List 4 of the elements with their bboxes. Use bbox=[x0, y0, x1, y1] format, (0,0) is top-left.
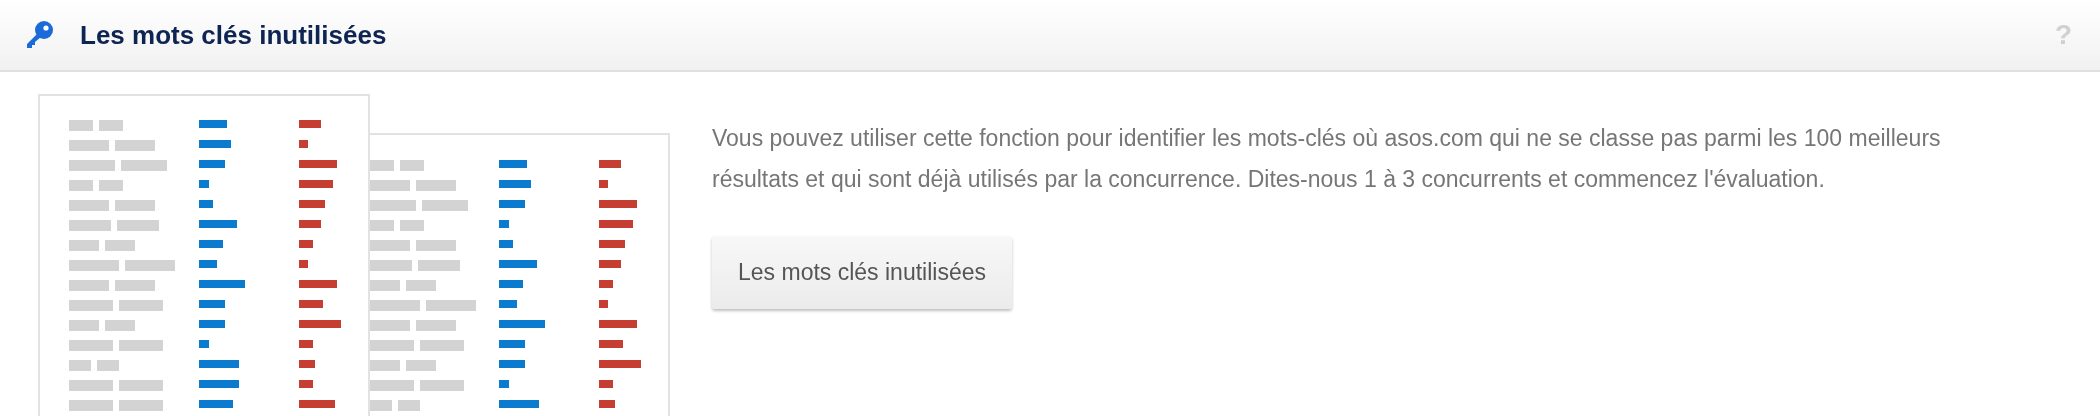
unused-keywords-button[interactable]: Les mots clés inutilisées bbox=[712, 236, 1012, 309]
panel-title: Les mots clés inutilisées bbox=[80, 18, 387, 52]
description-text: Vous pouvez utiliser cette fonction pour identifier les mots-clés où asos.com qui ne se classe pas parmi les 100 meilleurs résultats et qui sont déjà utilisés par la concurrence. Dites-nous 1 à 3 concurrents et commencez l'évaluation. bbox=[712, 124, 1942, 194]
key-icon bbox=[24, 20, 54, 50]
